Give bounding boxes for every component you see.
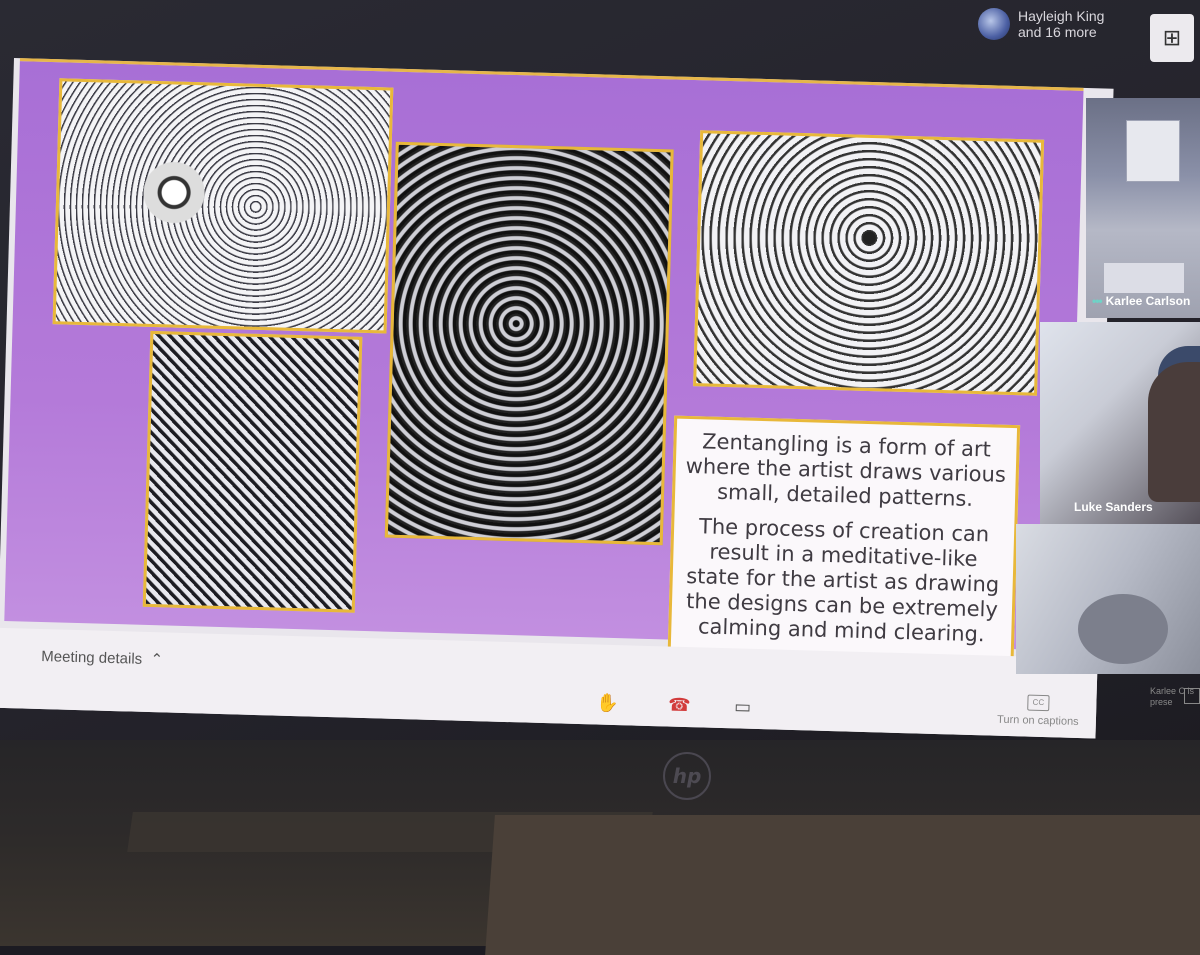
meeting-details-button[interactable]: Meeting details ⌃ <box>41 647 163 668</box>
participant-more: and 16 more <box>1018 24 1097 40</box>
desk-object <box>485 815 1200 955</box>
raise-hand-button[interactable]: ✋ <box>596 693 619 715</box>
chevron-up-icon: ⌃ <box>146 650 164 669</box>
caption-paragraph-2: The process of creation can result in a … <box>685 514 1000 647</box>
camera-toggle-button[interactable]: ▭ <box>734 696 752 717</box>
meeting-details-label: Meeting details <box>41 647 143 668</box>
caption-paragraph-1: Zentangling is a form of art where the a… <box>685 429 1007 511</box>
participant-tile[interactable] <box>1016 524 1200 674</box>
hp-logo: hp <box>663 752 711 800</box>
zentangle-eye-image <box>52 78 394 334</box>
participant-tile-name: Karlee Carlson <box>1105 294 1191 308</box>
presentation-slide: Zentangling is a form of art where the a… <box>4 58 1084 674</box>
captions-label: Turn on captions <box>996 713 1079 728</box>
captions-icon: CC <box>1027 694 1050 712</box>
participants-summary[interactable]: Hayleigh King and 16 more <box>978 8 1104 40</box>
phone-hangup-icon: ☎ <box>667 694 691 716</box>
audio-icon: ••• <box>1092 294 1103 308</box>
leave-call-button[interactable]: ☎ <box>668 695 691 717</box>
grid-icon: ⊞ <box>1162 25 1182 50</box>
video-background <box>1104 263 1184 293</box>
participant-tile[interactable]: Luke Sanders <box>1040 322 1200 524</box>
video-background <box>1126 120 1180 182</box>
video-person <box>1148 362 1200 502</box>
meeting-window: Zentangling is a form of art where the a… <box>0 58 1114 739</box>
participant-tile-name: Luke Sanders <box>1074 500 1153 514</box>
avatar <box>978 8 1010 40</box>
hand-icon: ✋ <box>595 692 619 714</box>
camera-icon: ▭ <box>733 696 752 717</box>
participant-name: Hayleigh King <box>1018 8 1105 24</box>
slide-caption: Zentangling is a form of art where the a… <box>667 415 1021 674</box>
presenting-status: Karlee C is prese <box>1150 686 1195 707</box>
layout-grid-button[interactable]: ⊞ <box>1150 14 1194 62</box>
participant-label: ••• Karlee Carlson <box>1092 294 1190 308</box>
captions-button[interactable]: CC Turn on captions <box>988 693 1089 728</box>
zentangle-pattern-image <box>384 141 674 546</box>
participant-tile[interactable]: ••• Karlee Carlson <box>1086 98 1200 318</box>
video-person <box>1078 594 1168 664</box>
zentangle-circles-image <box>693 130 1045 396</box>
zentangle-flower-image <box>142 330 363 613</box>
